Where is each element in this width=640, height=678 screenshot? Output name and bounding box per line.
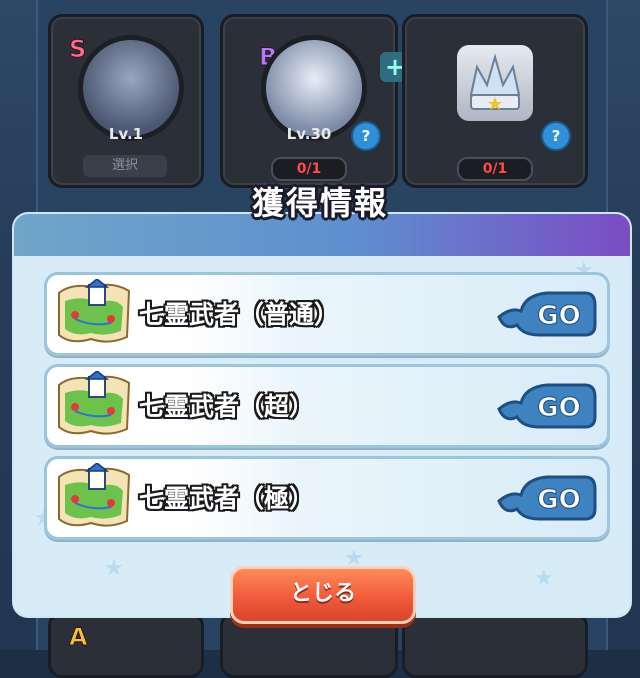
item-card[interactable]: ? 0/1 bbox=[402, 14, 588, 188]
star-decoration-icon: ★ bbox=[534, 566, 554, 591]
character-card-bottom[interactable] bbox=[402, 612, 588, 678]
rank-badge: A bbox=[69, 623, 89, 652]
select-button[interactable]: 選択 bbox=[83, 155, 167, 177]
stage-name: 七霊武者（超） bbox=[139, 392, 315, 421]
go-label: GO bbox=[537, 485, 580, 515]
help-button[interactable]: ? bbox=[541, 121, 571, 151]
go-label: GO bbox=[537, 301, 580, 331]
close-button[interactable]: とじる bbox=[230, 566, 416, 624]
dialog-body: ★ ★ ★ ★ ★ 七霊武者（普通） GO bbox=[12, 256, 632, 618]
go-label: GO bbox=[537, 393, 580, 423]
go-button[interactable]: GO bbox=[495, 285, 597, 341]
acquisition-info-dialog: 獲得情報 ★ ★ ★ ★ ★ 七霊武者（普通） GO bbox=[8, 184, 632, 624]
character-card-2[interactable]: B Lv.30 ? 0/1 bbox=[220, 14, 398, 188]
stage-row[interactable]: 七霊武者（普通） GO bbox=[44, 272, 610, 356]
stage-name: 七霊武者（普通） bbox=[139, 300, 340, 329]
map-icon bbox=[58, 279, 131, 343]
character-card-bottom[interactable]: A bbox=[48, 612, 204, 678]
stage-row[interactable]: 七霊武者（極） GO bbox=[44, 456, 610, 540]
map-icon bbox=[58, 463, 131, 527]
star-decoration-icon: ★ bbox=[104, 556, 124, 581]
stage-row[interactable]: 七霊武者（超） GO bbox=[44, 364, 610, 448]
rank-badge: S bbox=[68, 35, 87, 64]
character-card-1[interactable]: S Lv.1 選択 bbox=[48, 14, 204, 188]
crown-item-icon bbox=[457, 45, 533, 121]
map-icon bbox=[58, 371, 131, 435]
level-label: Lv.30 bbox=[286, 125, 332, 143]
go-button[interactable]: GO bbox=[495, 469, 597, 525]
go-button[interactable]: GO bbox=[495, 377, 597, 433]
help-button[interactable]: ? bbox=[351, 121, 381, 151]
stage-name: 七霊武者（極） bbox=[139, 484, 315, 513]
dialog-title: 獲得情報 bbox=[251, 184, 388, 222]
level-label: Lv.1 bbox=[108, 125, 144, 143]
